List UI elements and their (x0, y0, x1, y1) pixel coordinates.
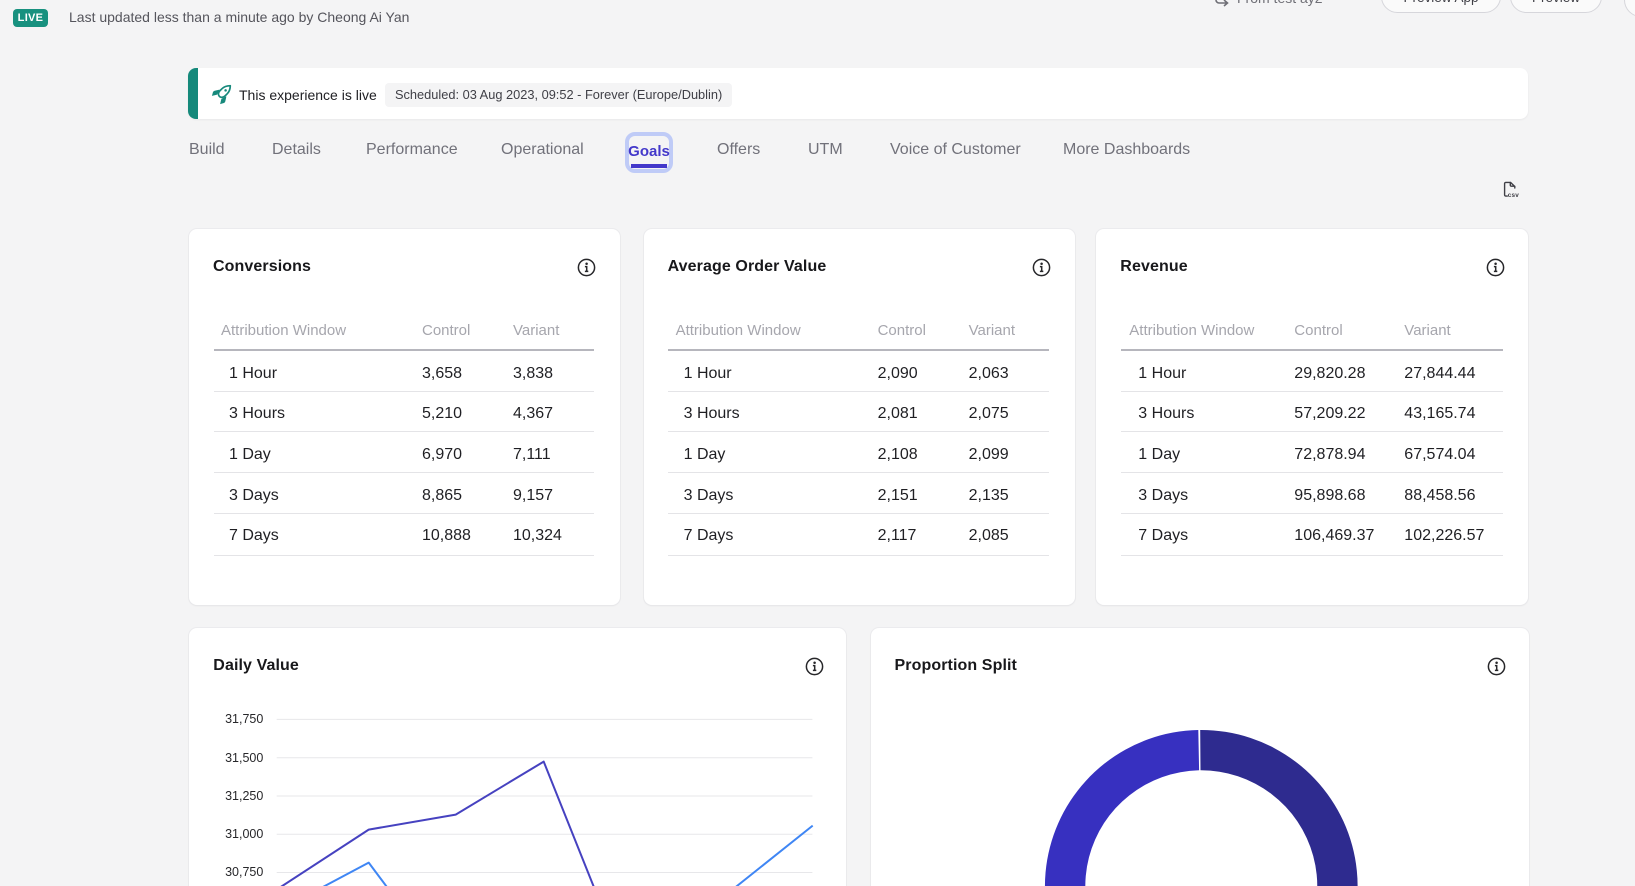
svg-text:csv: csv (1508, 192, 1519, 199)
